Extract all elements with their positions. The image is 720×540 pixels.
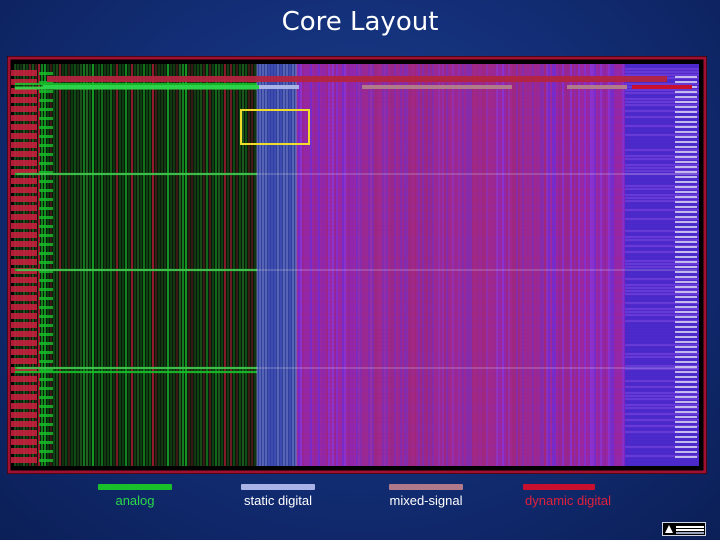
chip-layout-image [7,56,707,474]
logo-mark-icon [665,525,673,533]
legend-swatch-static-digital [241,484,315,490]
legend-item-mixed-signal: mixed-signal [351,484,501,514]
legend-swatch-analog [98,484,172,490]
logo-wordmark [676,526,704,528]
top-power-bus [47,76,667,82]
brookhaven-logo [662,522,706,536]
legend-swatch-dynamic-digital [523,484,595,490]
slide-title: Core Layout [281,7,439,37]
legend-item-static-digital: static digital [203,484,353,514]
legend-label-mixed-signal: mixed-signal [389,493,463,508]
dynamic-edge-region [625,64,699,466]
legend-label-dynamic-digital: dynamic digital [525,493,611,508]
legend-item-analog: analog [60,484,210,514]
legend-swatch-mixed-signal [389,484,463,490]
chip-layout-diagram [7,56,707,474]
legend-label-analog: analog [115,493,155,508]
legend-item-dynamic-digital: dynamic digital [493,484,643,514]
legend-label-static-digital: static digital [244,493,312,508]
